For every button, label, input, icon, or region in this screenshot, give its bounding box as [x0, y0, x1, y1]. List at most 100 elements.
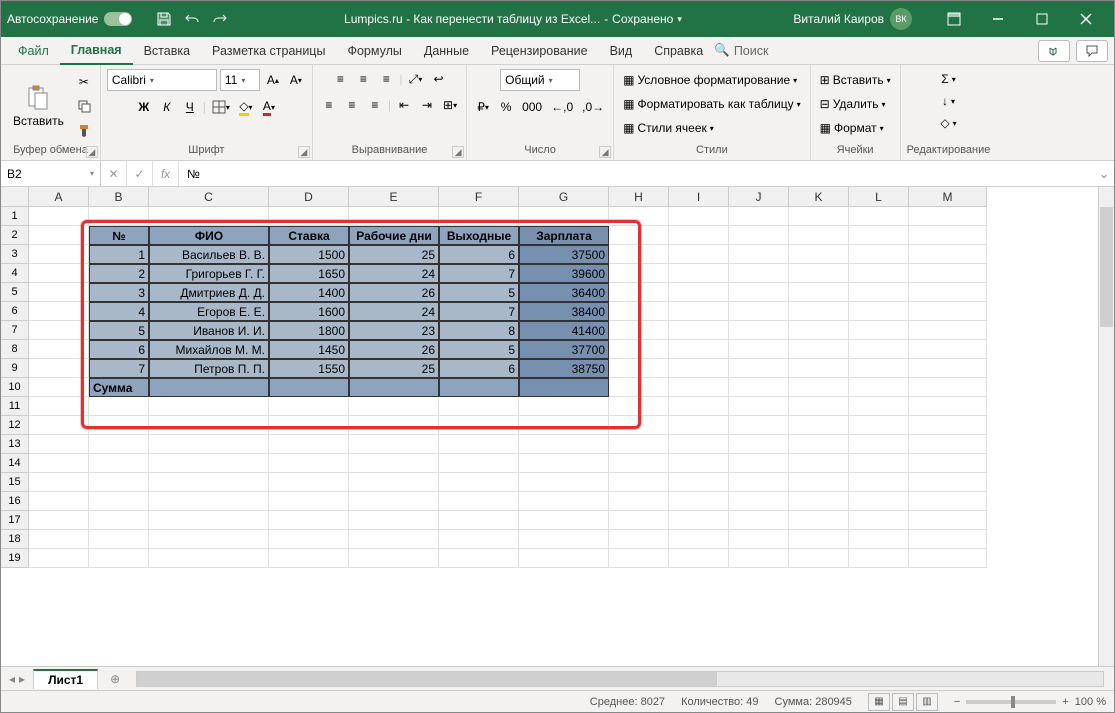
search-box[interactable]: 🔍 Поиск — [714, 43, 768, 58]
cell[interactable] — [909, 226, 987, 245]
cell[interactable] — [729, 416, 789, 435]
col-header-H[interactable]: H — [609, 187, 669, 207]
font-color-button[interactable]: A▾ — [259, 97, 279, 117]
table-header[interactable]: Ставка — [269, 226, 349, 245]
tab-view[interactable]: Вид — [599, 37, 644, 65]
fill-button[interactable]: ↓▾ — [938, 91, 958, 111]
add-sheet-button[interactable]: ⊕ — [104, 668, 126, 690]
cell[interactable] — [789, 340, 849, 359]
cell[interactable] — [149, 207, 269, 226]
table-footer[interactable] — [519, 378, 609, 397]
tab-data[interactable]: Данные — [413, 37, 480, 65]
table-cell[interactable]: 6 — [439, 245, 519, 264]
alignment-launcher[interactable]: ◢ — [452, 146, 464, 158]
cell[interactable] — [849, 492, 909, 511]
table-cell[interactable]: Григорьев Г. Г. — [149, 264, 269, 283]
cell[interactable] — [729, 549, 789, 568]
cell[interactable] — [669, 340, 729, 359]
table-cell[interactable]: 1 — [89, 245, 149, 264]
cell[interactable] — [149, 454, 269, 473]
cell[interactable] — [729, 378, 789, 397]
cell[interactable] — [849, 302, 909, 321]
cell[interactable] — [269, 416, 349, 435]
conditional-formatting-button[interactable]: ▦ Условное форматирование▾ — [620, 69, 800, 91]
table-cell[interactable]: 6 — [439, 359, 519, 378]
cell[interactable] — [29, 416, 89, 435]
cell[interactable] — [439, 454, 519, 473]
name-box[interactable]: B2 ▾ — [1, 161, 101, 186]
table-cell[interactable]: 23 — [349, 321, 439, 340]
table-cell[interactable]: 1550 — [269, 359, 349, 378]
cell[interactable] — [349, 492, 439, 511]
cell[interactable] — [439, 511, 519, 530]
redo-icon[interactable] — [208, 7, 232, 31]
orientation-button[interactable]: ⤢▾ — [406, 69, 426, 89]
clear-button[interactable]: ◇▾ — [937, 113, 959, 133]
cell[interactable] — [789, 359, 849, 378]
font-name-combo[interactable]: Calibri▾ — [107, 69, 217, 91]
cell[interactable] — [29, 283, 89, 302]
cell[interactable] — [519, 397, 609, 416]
cell[interactable] — [89, 416, 149, 435]
decrease-decimal-button[interactable]: ,0→ — [579, 97, 607, 117]
cell[interactable] — [269, 454, 349, 473]
insert-cells-button[interactable]: ⊞ Вставить▾ — [817, 69, 894, 91]
zoom-slider[interactable] — [966, 700, 1056, 704]
cell[interactable] — [669, 549, 729, 568]
tab-insert[interactable]: Вставка — [133, 37, 201, 65]
row-header-3[interactable]: 3 — [1, 245, 29, 264]
tab-layout[interactable]: Разметка страницы — [201, 37, 336, 65]
cell[interactable] — [849, 473, 909, 492]
cell[interactable] — [669, 359, 729, 378]
cell[interactable] — [729, 207, 789, 226]
increase-font-button[interactable]: A▴ — [263, 70, 283, 90]
cell[interactable] — [729, 340, 789, 359]
cell[interactable] — [349, 435, 439, 454]
row-header-12[interactable]: 12 — [1, 416, 29, 435]
cell[interactable] — [269, 207, 349, 226]
cell[interactable] — [729, 283, 789, 302]
cell[interactable] — [789, 378, 849, 397]
cell[interactable] — [669, 378, 729, 397]
delete-cells-button[interactable]: ⊟ Удалить▾ — [817, 93, 889, 115]
tab-review[interactable]: Рецензирование — [480, 37, 599, 65]
table-cell[interactable]: 38750 — [519, 359, 609, 378]
row-header-17[interactable]: 17 — [1, 511, 29, 530]
cell[interactable] — [349, 549, 439, 568]
cell[interactable] — [519, 473, 609, 492]
formula-input[interactable]: № — [179, 167, 1094, 181]
tab-help[interactable]: Справка — [643, 37, 714, 65]
cell[interactable] — [439, 549, 519, 568]
sheet-nav-prev[interactable]: ◂ — [9, 672, 15, 686]
increase-decimal-button[interactable]: ←,0 — [548, 97, 576, 117]
table-cell[interactable]: Михайлов М. М. — [149, 340, 269, 359]
cell[interactable] — [519, 454, 609, 473]
col-header-L[interactable]: L — [849, 187, 909, 207]
cell[interactable] — [729, 226, 789, 245]
table-cell[interactable]: 4 — [89, 302, 149, 321]
cell[interactable] — [609, 492, 669, 511]
cell[interactable] — [29, 473, 89, 492]
sheet-nav-next[interactable]: ▸ — [19, 672, 25, 686]
cell[interactable] — [789, 530, 849, 549]
cell[interactable] — [729, 302, 789, 321]
cell[interactable] — [609, 321, 669, 340]
table-cell[interactable]: 41400 — [519, 321, 609, 340]
cell[interactable] — [909, 302, 987, 321]
cell[interactable] — [789, 397, 849, 416]
decrease-font-button[interactable]: A▾ — [286, 70, 306, 90]
cell[interactable] — [669, 283, 729, 302]
cell[interactable] — [849, 454, 909, 473]
cell[interactable] — [269, 397, 349, 416]
cell[interactable] — [909, 454, 987, 473]
cell[interactable] — [789, 511, 849, 530]
accounting-format-button[interactable]: ₽▾ — [473, 97, 493, 117]
cell[interactable] — [909, 416, 987, 435]
cell[interactable] — [609, 378, 669, 397]
tab-formulas[interactable]: Формулы — [336, 37, 412, 65]
align-right-button[interactable]: ≡ — [365, 95, 385, 115]
cell[interactable] — [849, 264, 909, 283]
cell[interactable] — [89, 530, 149, 549]
cell[interactable] — [669, 226, 729, 245]
cell[interactable] — [789, 416, 849, 435]
